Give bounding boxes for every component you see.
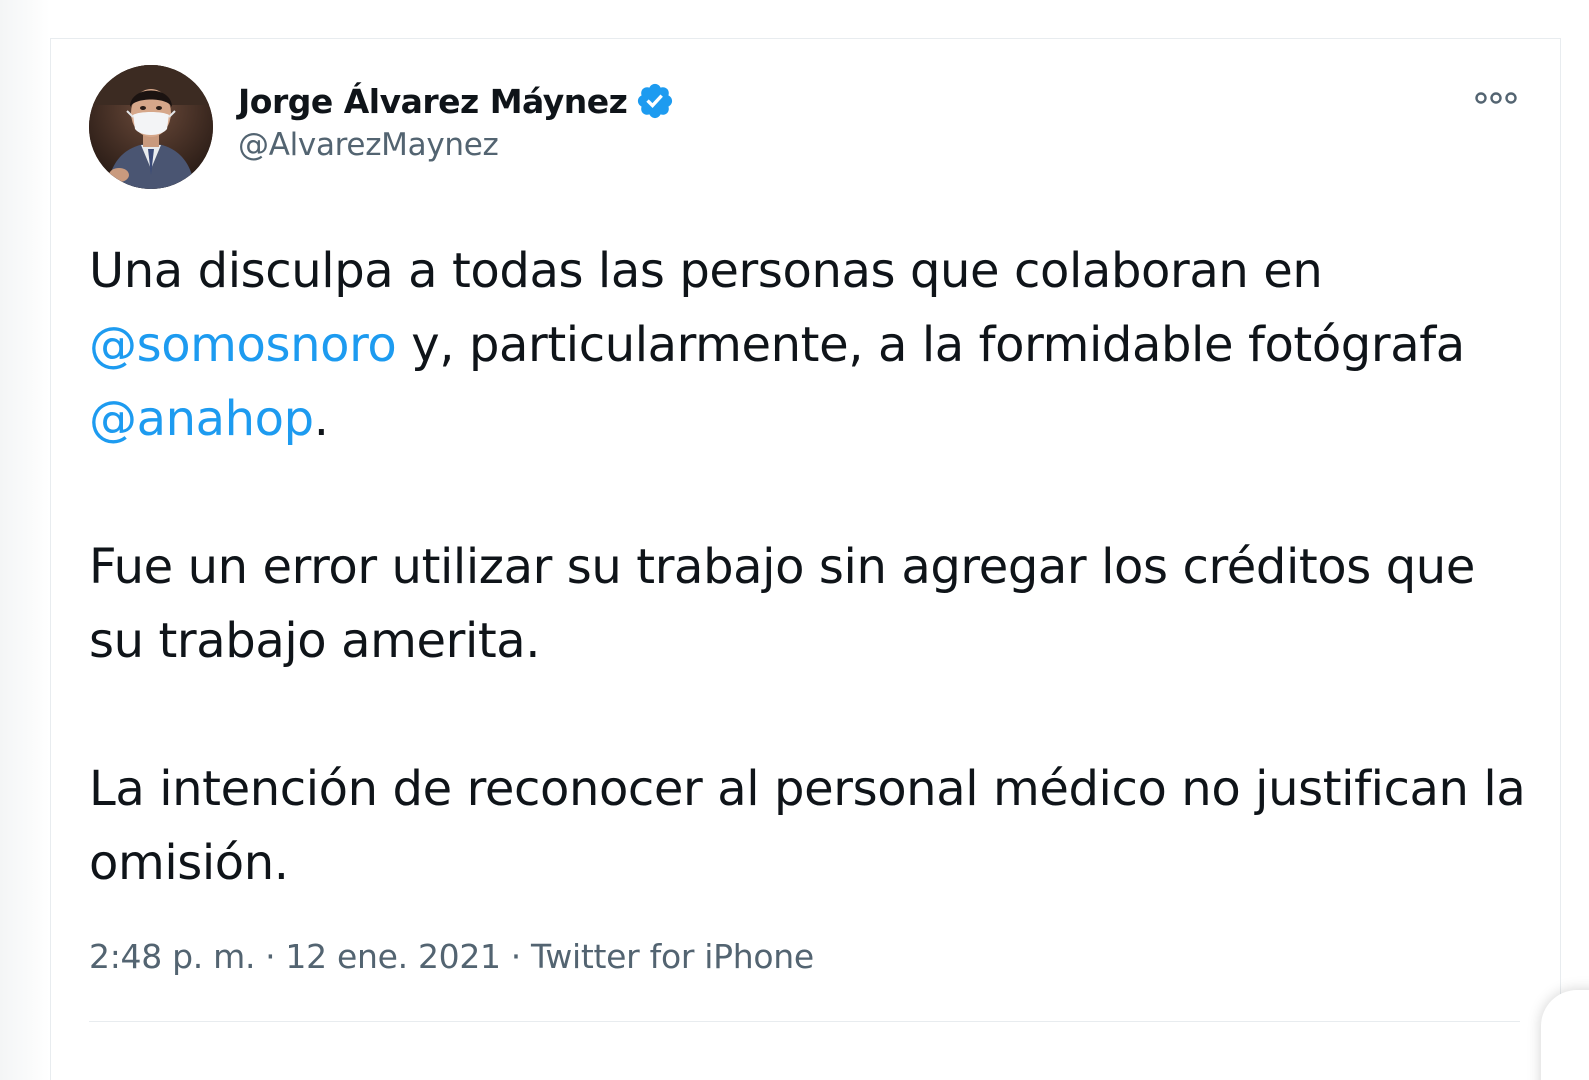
tweet-text-segment: Fue un error utilizar su trabajo sin agr… [89, 539, 1475, 669]
author-display-name[interactable]: Jorge Álvarez Máynez [238, 82, 628, 121]
more-options-button[interactable] [1472, 83, 1520, 113]
author-name-row: Jorge Álvarez Máynez [238, 79, 675, 123]
tweet-text-segment: y, particularmente, a la formidable fotó… [396, 317, 1465, 373]
mention-link[interactable]: @anahop [89, 391, 314, 447]
meta-separator: · [510, 937, 522, 976]
tweet-paragraph: Fue un error utilizar su trabajo sin agr… [89, 530, 1529, 678]
meta-separator: · [265, 937, 276, 976]
avatar-photo [89, 65, 213, 189]
author-handle[interactable]: @AlvarezMaynez [238, 127, 499, 163]
more-options-icon [1475, 92, 1517, 104]
tweet-card: Jorge Álvarez Máynez @AlvarezMaynez Una … [50, 38, 1561, 1080]
tweet-text-segment: . [313, 391, 329, 447]
floating-widget[interactable] [1541, 990, 1589, 1080]
tweet-time[interactable]: 2:48 p. m. [89, 937, 255, 976]
tweet-meta: 2:48 p. m. · 12 ene. 2021 · Twitter for … [89, 937, 814, 976]
divider [89, 1021, 1520, 1022]
left-sidebar-edge [0, 0, 50, 1080]
tweet-text-segment: Una disculpa a todas las personas que co… [89, 243, 1323, 299]
avatar[interactable] [89, 65, 213, 189]
verified-badge-icon [635, 81, 675, 121]
mention-link[interactable]: @somosnoro [89, 317, 397, 373]
tweet-text: Una disculpa a todas las personas que co… [89, 234, 1529, 900]
tweet-paragraph: La intención de reconocer al personal mé… [89, 752, 1529, 900]
page: Jorge Álvarez Máynez @AlvarezMaynez Una … [0, 0, 1589, 1080]
tweet-paragraph: Una disculpa a todas las personas que co… [89, 234, 1529, 456]
tweet-source[interactable]: Twitter for iPhone [531, 937, 814, 976]
tweet-date[interactable]: 12 ene. 2021 [285, 937, 501, 976]
tweet-text-segment: La intención de reconocer al personal mé… [89, 761, 1526, 891]
